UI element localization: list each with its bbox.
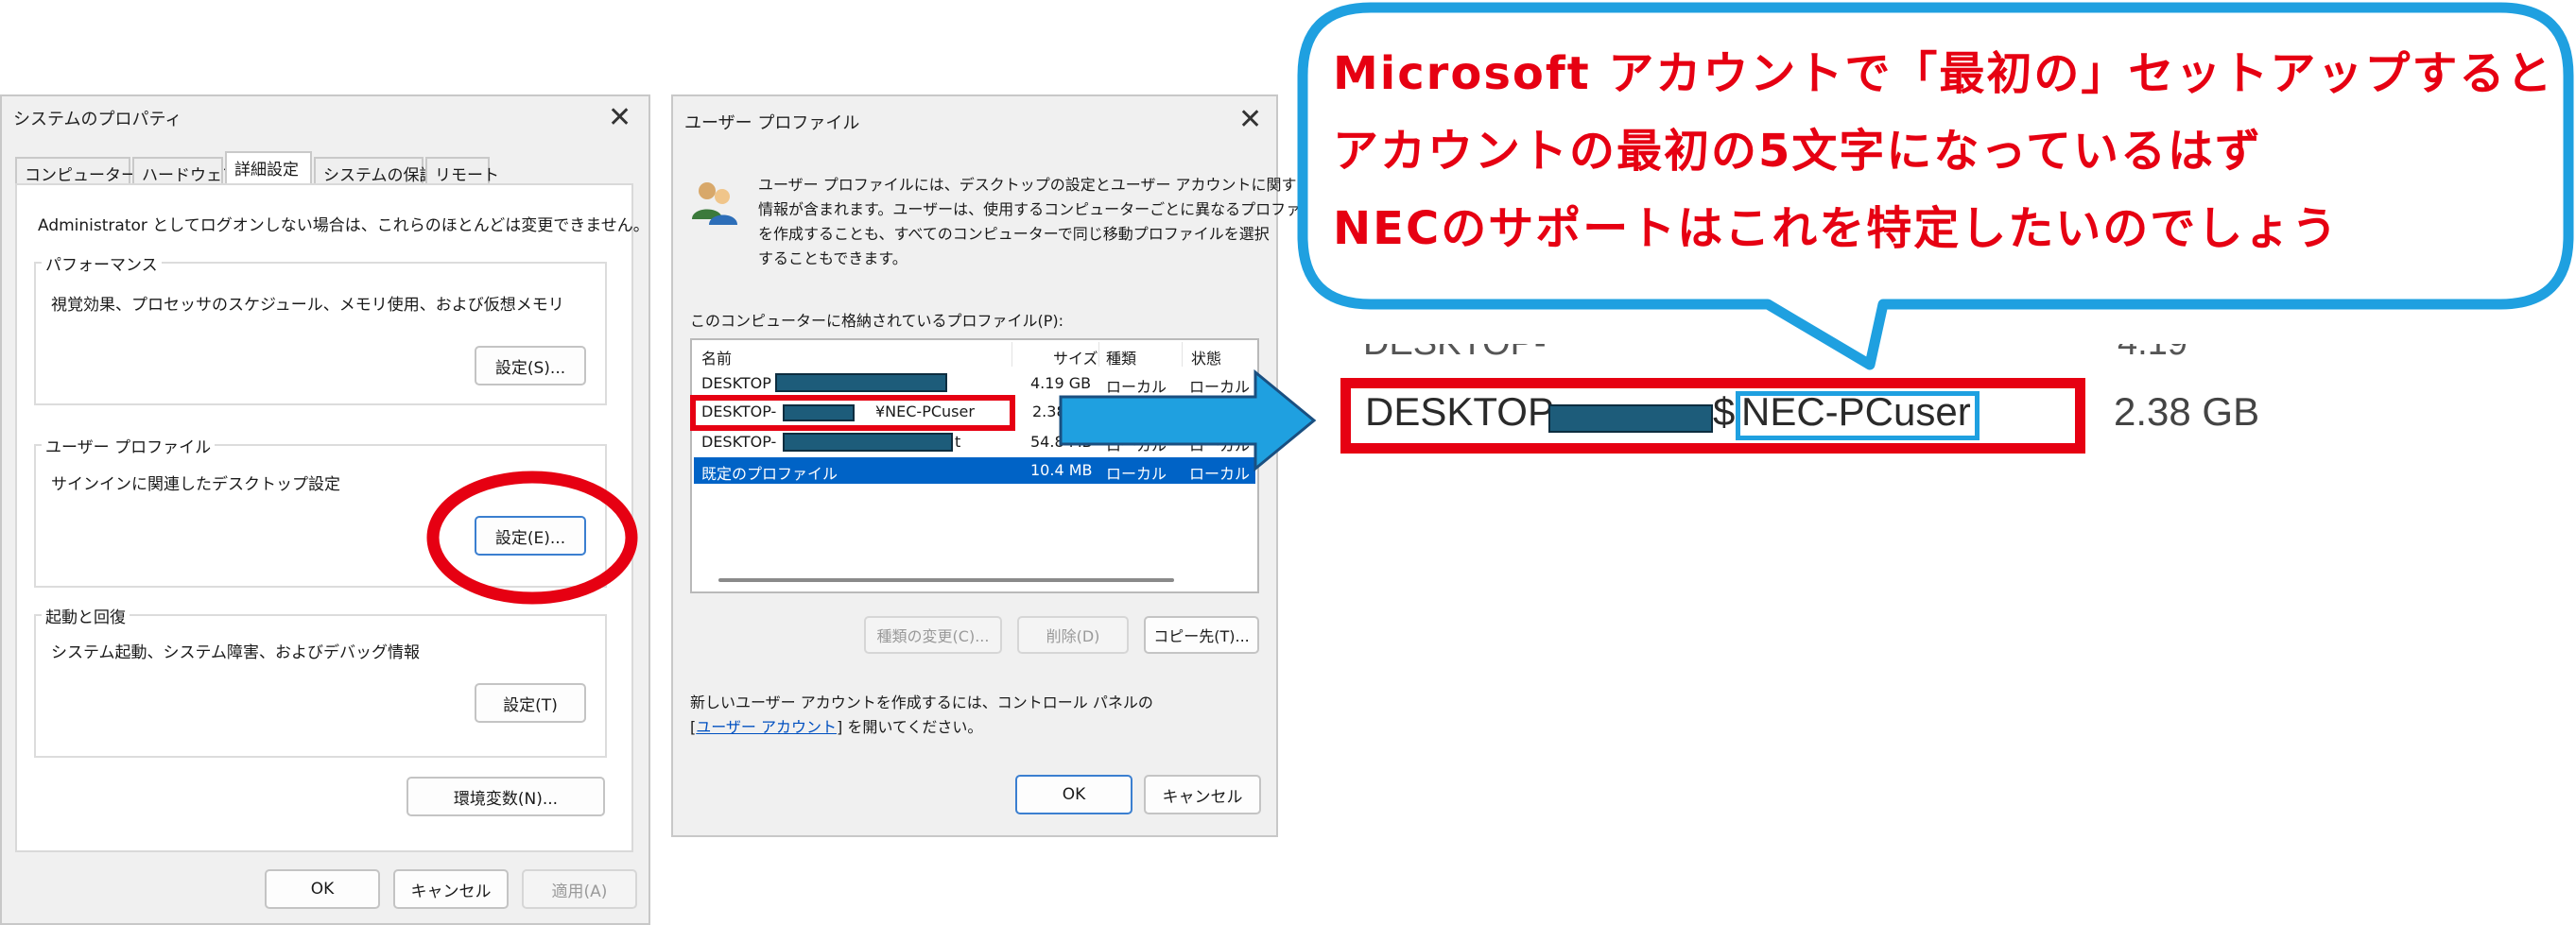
column-divider	[1098, 342, 1099, 367]
performance-label: パフォーマンス	[42, 251, 162, 275]
column-divider	[1011, 342, 1012, 367]
environment-variables-button[interactable]: 環境変数(N)...	[406, 777, 605, 816]
copy-to-button[interactable]: コピー先(T)...	[1144, 616, 1259, 654]
column-header-name[interactable]: 名前	[701, 346, 732, 368]
startup-label: 起動と回復	[42, 604, 130, 627]
close-icon[interactable]: ✕	[608, 104, 631, 132]
footer-line-2-rest: ] を開いてください。	[837, 718, 983, 736]
footer-line-1: 新しいユーザー アカウントを作成するには、コントロール パネルの	[690, 694, 1153, 711]
profile-row-name-prefix[interactable]: DESKTOP-	[701, 433, 776, 451]
apply-button[interactable]: 適用(A)	[522, 869, 637, 909]
zoomed-prefix: DESKTOP-	[1365, 389, 1567, 434]
profile-row-name[interactable]: DESKTOP	[701, 374, 771, 392]
redaction-box	[783, 433, 953, 452]
change-type-button[interactable]: 種類の変更(C)...	[864, 616, 1002, 654]
tab-computer-name[interactable]: コンピューター名	[15, 157, 153, 185]
ok-button[interactable]: OK	[265, 869, 380, 909]
zoomed-size: 2.38 GB	[2114, 389, 2260, 434]
performance-settings-button[interactable]: 設定(S)...	[475, 346, 586, 385]
column-divider	[1182, 342, 1183, 367]
profile-row-name[interactable]: 既定のプロファイル	[701, 461, 838, 484]
admin-note: Administrator としてログオンしない場合は、これらのほとんどは変更で…	[38, 216, 649, 235]
tab-system-protection[interactable]: システムの保護	[314, 157, 436, 185]
performance-desc: 視覚効果、プロセッサのスケジュール、メモリ使用、および仮想メモリ	[51, 296, 564, 315]
user-profiles-desc-line-2: 情報が含まれます。ユーザーは、使用するコンピューターごとに異なるプロファイル	[758, 200, 1332, 218]
close-icon[interactable]: ✕	[1238, 106, 1262, 134]
user-profile-desc: サインインに関連したデスクトップ設定	[51, 475, 340, 494]
startup-desc: システム起動、システム障害、およびデバッグ情報	[51, 643, 420, 662]
user-profiles-desc-line-3: を作成することも、すべてのコンピューターで同じ移動プロファイルを選択	[758, 225, 1270, 243]
highlight-ellipse	[426, 471, 638, 605]
callout-line-2: アカウントの最初の5文字になっているはず	[1333, 125, 2263, 178]
user-profiles-desc-line-4: することもできます。	[758, 249, 908, 267]
user-accounts-link[interactable]: ユーザー アカウント	[696, 718, 837, 736]
user-profile-label: ユーザー プロファイル	[42, 434, 216, 457]
column-header-type[interactable]: 種類	[1106, 346, 1136, 368]
row-highlight-box	[690, 395, 1015, 431]
cancel-button[interactable]: キャンセル	[393, 869, 509, 909]
users-icon	[692, 182, 737, 225]
zoomed-suffix-mark: $	[1713, 389, 1736, 434]
arrow-right-icon	[1059, 368, 1317, 472]
profile-list-label: このコンピューターに格納されているプロファイル(P):	[690, 312, 1064, 330]
horizontal-scrollbar[interactable]	[718, 578, 1174, 582]
callout-line-3: NECのサポートはこれを特定したいのでしょう	[1333, 202, 2340, 255]
callout-line-1: Microsoft アカウントで「最初の」セットアップすると	[1333, 47, 2554, 100]
tab-advanced[interactable]: 詳細設定	[225, 151, 312, 185]
profile-row-name-suffix: t	[955, 433, 961, 451]
ok-button[interactable]: OK	[1015, 775, 1132, 814]
zoomed-account: NEC-PCuser	[1741, 389, 1971, 434]
footer-line-2: [ユーザー アカウント] を開いてください。	[690, 714, 982, 737]
tab-remote[interactable]: リモート	[425, 157, 499, 185]
redaction-box	[1548, 404, 1713, 433]
delete-button[interactable]: 削除(D)	[1017, 616, 1129, 654]
cancel-button[interactable]: キャンセル	[1144, 775, 1261, 814]
user-profiles-title: ユーザー プロファイル	[684, 113, 860, 133]
user-profiles-desc-line-1: ユーザー プロファイルには、デスクトップの設定とユーザー アカウントに関する	[758, 176, 1312, 194]
redaction-box	[775, 373, 947, 392]
column-header-status[interactable]: 状態	[1191, 346, 1221, 368]
tab-hardware[interactable]: ハードウェア	[132, 157, 238, 185]
column-header-size[interactable]: サイズ	[1053, 346, 1098, 368]
system-properties-title: システムのプロパティ	[13, 110, 182, 129]
startup-settings-button[interactable]: 設定(T)	[475, 683, 586, 723]
